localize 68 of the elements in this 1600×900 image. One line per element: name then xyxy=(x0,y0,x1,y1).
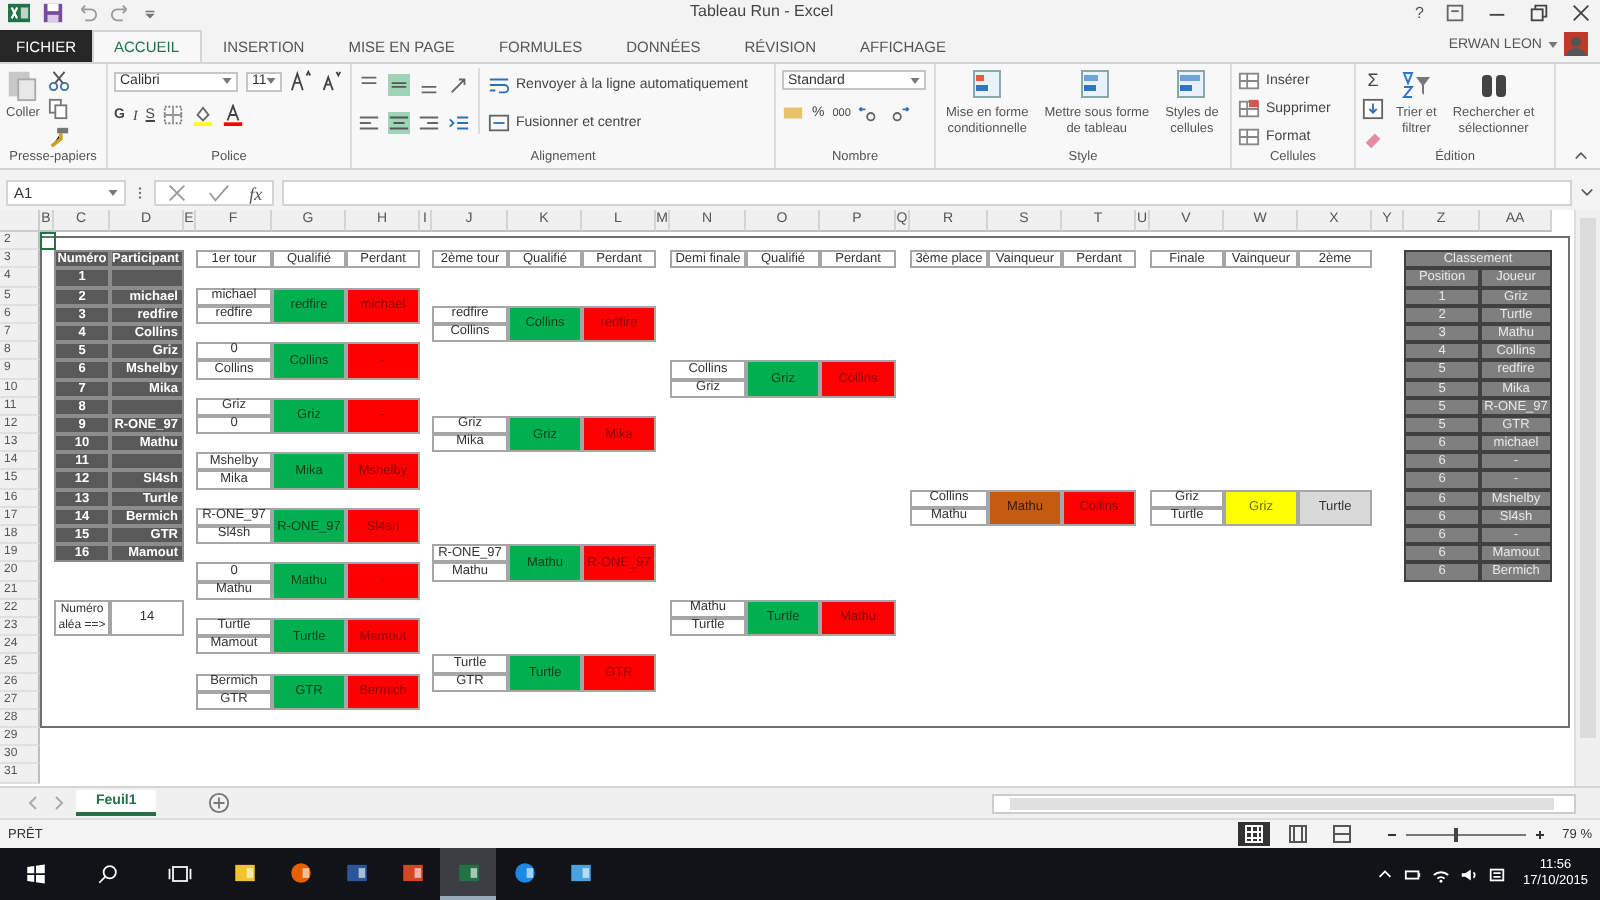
format-painter-icon[interactable] xyxy=(47,126,70,148)
app-logo-icon xyxy=(455,859,481,885)
normal-view-icon[interactable] xyxy=(1238,822,1271,846)
app-logo-icon xyxy=(343,859,369,885)
collapse-ribbon-icon[interactable] xyxy=(1574,148,1588,162)
table-style-icon xyxy=(1080,68,1113,102)
wifi-icon[interactable] xyxy=(1432,865,1451,883)
selected-cell xyxy=(40,232,56,251)
table-grid-icon xyxy=(1238,70,1260,92)
cancel-icon[interactable] xyxy=(165,182,188,204)
expand-icon[interactable] xyxy=(1580,186,1594,200)
excel-app-icon[interactable] xyxy=(440,848,496,900)
window-title: Tableau Run - Excel xyxy=(690,2,834,20)
merge-cells-icon xyxy=(488,112,510,134)
caret-icon xyxy=(266,78,277,84)
fill-down-icon[interactable] xyxy=(1362,98,1384,120)
indent-icon[interactable] xyxy=(448,112,470,134)
align-center-icon[interactable] xyxy=(388,112,410,134)
decrease-decimal-icon[interactable] xyxy=(888,102,911,124)
app-logo-icon xyxy=(399,859,425,885)
grow-font-icon[interactable] xyxy=(290,70,312,92)
horizontal-scrollbar[interactable] xyxy=(992,793,1576,813)
help-button[interactable]: ? xyxy=(1415,4,1424,22)
app-logo-icon xyxy=(511,859,537,885)
table-grid-icon xyxy=(1238,126,1260,148)
zoom-in-icon[interactable] xyxy=(1534,825,1547,843)
insert-function-button[interactable]: fx xyxy=(249,183,263,203)
wrap-text-icon xyxy=(488,74,510,96)
save-icon[interactable] xyxy=(42,2,64,24)
undo-icon[interactable] xyxy=(76,2,98,24)
app-logo-icon xyxy=(231,859,257,885)
align-left-icon[interactable] xyxy=(358,112,380,134)
caret-icon xyxy=(1548,41,1558,47)
orientation-icon[interactable] xyxy=(448,74,470,96)
app-logo-icon xyxy=(567,859,593,885)
battery-icon[interactable] xyxy=(1404,865,1423,883)
app-logo-icon xyxy=(287,859,313,885)
volume-icon[interactable] xyxy=(1460,865,1479,883)
notifications-icon[interactable] xyxy=(1488,865,1507,883)
fill-color-icon[interactable] xyxy=(192,104,215,126)
clipboard-icon xyxy=(6,68,39,102)
table-style-icon xyxy=(1175,68,1208,102)
align-right-icon[interactable] xyxy=(418,112,440,134)
align-middle-icon[interactable] xyxy=(388,74,410,96)
vertical-scrollbar[interactable] xyxy=(1574,210,1600,786)
sort-filter-icon xyxy=(1400,68,1433,102)
increase-decimal-icon[interactable] xyxy=(858,102,881,124)
add-sheet-icon[interactable] xyxy=(208,792,231,814)
table-style-icon xyxy=(971,68,1004,102)
shrink-font-icon[interactable] xyxy=(320,70,342,92)
chevron-up-icon[interactable] xyxy=(1376,865,1395,883)
ribbon-display-icon[interactable] xyxy=(1444,2,1466,24)
font-color-icon[interactable] xyxy=(222,104,245,126)
borders-icon[interactable] xyxy=(162,104,185,126)
autosum-button[interactable]: Σ xyxy=(1362,70,1384,90)
enter-icon[interactable] xyxy=(207,182,230,204)
restore-icon[interactable] xyxy=(1528,2,1550,24)
redo-icon[interactable] xyxy=(110,2,132,24)
scissors-icon[interactable] xyxy=(47,70,70,92)
caret-icon xyxy=(108,190,118,196)
formula-input[interactable] xyxy=(282,180,1572,206)
close-icon[interactable] xyxy=(1570,2,1592,24)
table-grid-icon xyxy=(1238,98,1260,120)
zoom-slider-thumb[interactable] xyxy=(1454,827,1459,841)
caret-icon xyxy=(910,77,920,83)
copy-icon[interactable] xyxy=(47,98,70,120)
caret-icon xyxy=(222,78,232,84)
drag-handle-icon[interactable] xyxy=(134,184,146,202)
